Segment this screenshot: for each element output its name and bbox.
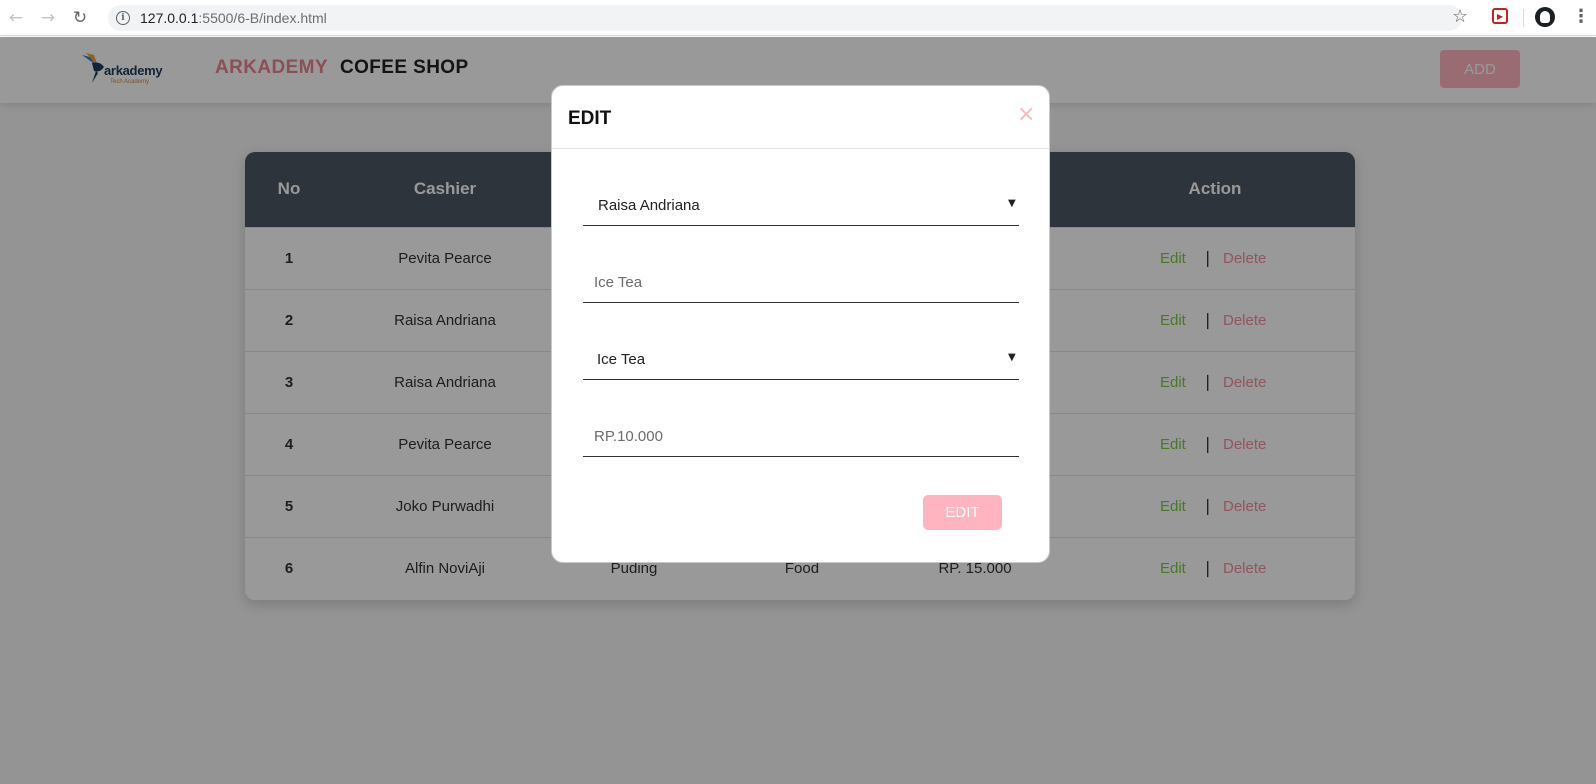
category-select-value: Ice Tea bbox=[597, 351, 646, 368]
price-input[interactable]: RP.10.000 bbox=[583, 417, 1019, 457]
edit-modal: EDIT × Raisa Andriana ▼ Ice Tea Ice Tea … bbox=[551, 85, 1050, 563]
cashier-select[interactable]: Raisa Andriana ▼ bbox=[583, 186, 1019, 226]
product-input[interactable]: Ice Tea bbox=[583, 263, 1019, 303]
forward-icon[interactable]: → bbox=[32, 0, 64, 36]
modal-title: EDIT bbox=[568, 108, 612, 129]
profile-avatar-icon[interactable] bbox=[1535, 7, 1555, 27]
price-input-placeholder: RP.10.000 bbox=[594, 428, 663, 445]
edit-submit-button[interactable]: EDIT bbox=[923, 495, 1002, 530]
cashier-select-value: Raisa Andriana bbox=[598, 197, 700, 214]
reload-icon[interactable]: ↻ bbox=[64, 0, 96, 36]
back-icon[interactable]: ← bbox=[0, 0, 32, 36]
product-input-placeholder: Ice Tea bbox=[594, 274, 643, 291]
browser-toolbar: ← → ↻ i 127.0.0.1:5500/6-B/index.html ☆ … bbox=[0, 0, 1596, 36]
url-text[interactable]: 127.0.0.1:5500/6-B/index.html bbox=[140, 10, 327, 26]
close-icon[interactable]: × bbox=[1017, 103, 1035, 127]
info-icon[interactable]: i bbox=[116, 11, 130, 25]
address-bar[interactable]: i 127.0.0.1:5500/6-B/index.html bbox=[108, 5, 1462, 31]
browser-menu-icon[interactable]: ⋮ bbox=[1572, 6, 1590, 28]
chevron-down-icon: ▼ bbox=[1008, 352, 1016, 363]
modal-header: EDIT × bbox=[552, 86, 1049, 149]
toolbar-divider bbox=[1523, 9, 1524, 27]
bookmark-star-icon[interactable]: ☆ bbox=[1452, 7, 1468, 27]
chevron-down-icon: ▼ bbox=[1008, 198, 1016, 209]
category-select[interactable]: Ice Tea ▼ bbox=[583, 340, 1019, 380]
extension-icon[interactable]: ▶ bbox=[1492, 8, 1508, 24]
